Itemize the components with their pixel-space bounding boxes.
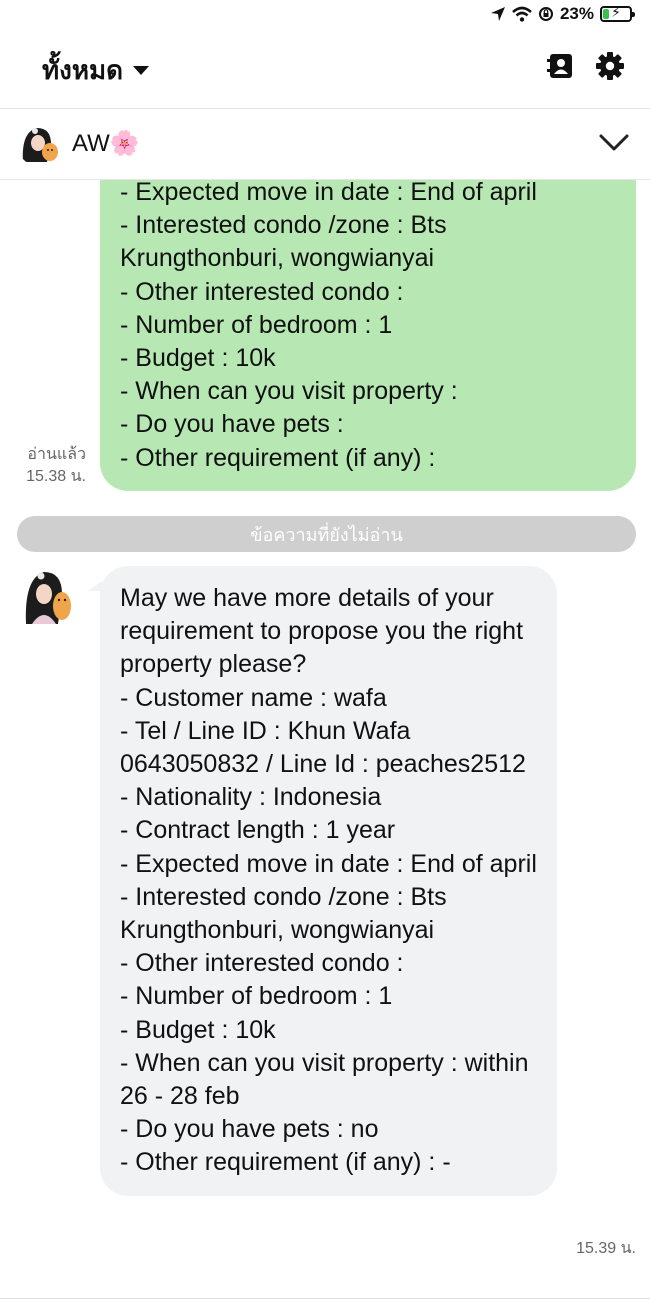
received-timestamp: 15.39 น.: [576, 1240, 636, 1257]
sent-message-bubble[interactable]: - Expected move in date : End of april -…: [100, 176, 636, 491]
sender-avatar[interactable]: [22, 566, 72, 630]
sent-timestamp: 15.38 น.: [26, 468, 86, 485]
chevron-down-icon[interactable]: [598, 133, 630, 153]
avatar-illustration: [25, 572, 71, 624]
sent-message-text: - Expected move in date : End of april -…: [120, 178, 537, 472]
charging-bolt-icon: ⚡: [611, 4, 621, 20]
contact-avatar[interactable]: [17, 122, 61, 166]
gear-icon: [596, 52, 624, 80]
orientation-lock-icon: [538, 7, 553, 21]
battery-icon: ⚡: [600, 4, 635, 22]
divider: [0, 1298, 650, 1299]
sent-message-meta: อ่านแล้ว 15.38 น.: [10, 444, 86, 488]
caret-down-icon: [133, 66, 149, 75]
status-icons: 23% ⚡: [490, 4, 635, 24]
contact-book-icon: [547, 54, 572, 78]
contacts-button[interactable]: [543, 48, 579, 84]
unread-separator: ข้อความที่ยังไม่อ่าน: [17, 516, 636, 552]
chat-filter-dropdown[interactable]: ทั้งหมด: [42, 50, 149, 91]
top-bar: ทั้งหมด: [0, 32, 650, 109]
location-arrow-icon: [490, 7, 505, 21]
wifi-icon: [512, 6, 532, 22]
battery-percent: 23%: [559, 4, 594, 23]
received-message-text: May we have more details of your require…: [120, 584, 537, 1177]
received-message-bubble[interactable]: May we have more details of your require…: [100, 566, 557, 1196]
read-receipt: อ่านแล้ว: [27, 446, 86, 463]
avatar-illustration: [17, 122, 61, 166]
status-bar: 23% ⚡: [0, 0, 650, 32]
chat-header[interactable]: AW🌸: [0, 109, 650, 180]
filter-label: ทั้งหมด: [42, 55, 123, 85]
settings-button[interactable]: [592, 48, 628, 84]
contact-name: AW🌸: [72, 130, 140, 157]
